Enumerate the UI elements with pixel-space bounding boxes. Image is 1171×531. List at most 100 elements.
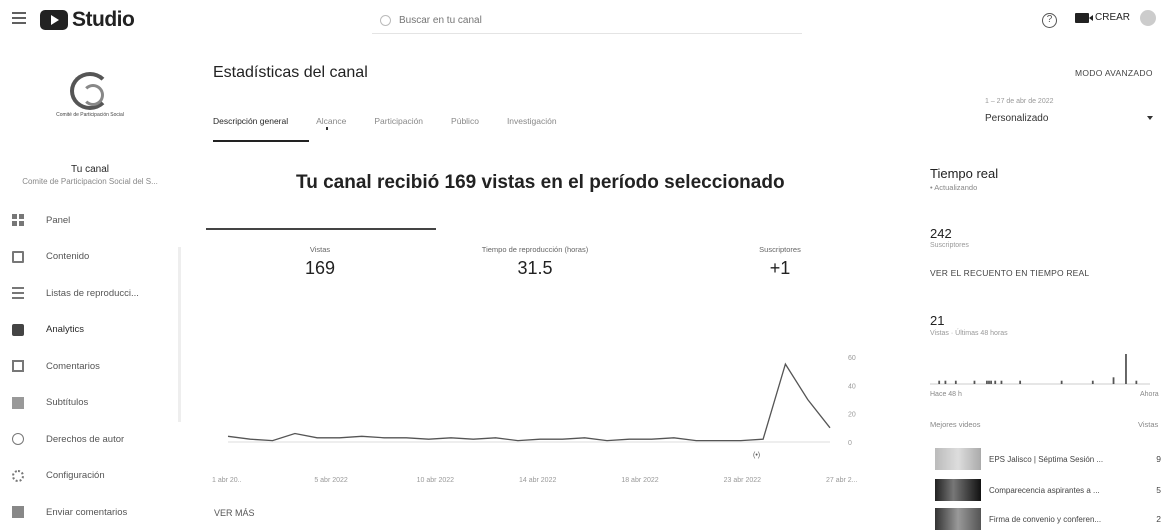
realtime-bar [1112, 377, 1115, 384]
tab-research[interactable]: Investigación [507, 116, 557, 138]
subtitles-icon [12, 396, 24, 409]
sidebar-item-playlists[interactable]: Listas de reproducci... [0, 275, 178, 312]
top-video-row[interactable]: EPS Jalisco | Séptima Sesión ... 9 [935, 447, 1161, 471]
realtime-bar [938, 380, 941, 384]
video-title: Comparecencia aspirantes a ... [989, 485, 1100, 495]
comments-icon [12, 360, 24, 373]
sidebar-item-feedback[interactable]: Enviar comentarios [0, 494, 178, 531]
video-title: Firma de convenio y conferen... [989, 514, 1102, 524]
copyright-icon [12, 433, 24, 446]
y-tick-label: 60 [848, 355, 856, 362]
metric-label: Suscriptores [759, 245, 801, 254]
x-tick-label: 1 abr 20.. [212, 477, 242, 484]
x-tick-label: 18 abr 2022 [621, 477, 658, 484]
sidebar-item-label: Configuración [46, 470, 105, 482]
page-title: Estadísticas del canal [213, 64, 368, 81]
series-line [227, 362, 831, 442]
help-icon[interactable]: ? [1042, 13, 1057, 28]
realtime-bar [944, 380, 947, 384]
analytics-icon [12, 323, 24, 336]
avatar[interactable] [1140, 10, 1156, 26]
metric-views[interactable]: Vistas 169 [270, 245, 370, 279]
chevron-down-icon[interactable] [1147, 116, 1153, 120]
sidebar-item-content[interactable]: Contenido [0, 239, 178, 276]
x-tick-label: 27 abr 2... [826, 477, 858, 484]
realtime-bar [986, 380, 988, 384]
realtime-bars [930, 354, 1150, 385]
sidebar-scrollbar[interactable] [178, 247, 181, 422]
sidebar-item-comments[interactable]: Comentarios [0, 348, 178, 385]
sidebar-item-settings[interactable]: Configuración [0, 458, 178, 495]
metric-value: 31.5 [517, 258, 553, 278]
subscriber-count: 242 [930, 226, 952, 241]
video-views: 2 [1156, 514, 1161, 524]
realtime-bar [1019, 380, 1022, 384]
metric-watch-time[interactable]: Tiempo de reproducción (horas) 31.5 [450, 245, 620, 279]
sidebar-item-analytics[interactable]: Analytics [0, 312, 178, 349]
realtime-status: • Actualizando [930, 183, 978, 192]
realtime-count-link[interactable]: VER EL RECUENTO EN TIEMPO REAL [930, 268, 1089, 278]
playlist-icon [12, 287, 24, 300]
realtime-views-count: 21 [930, 313, 945, 328]
tab-reach[interactable]: Alcance [316, 116, 346, 138]
dashboard-icon [12, 214, 24, 227]
channel-logo[interactable]: Comité de Participación Social [54, 72, 126, 142]
youtube-play-icon [40, 10, 68, 30]
realtime-bar [988, 380, 990, 384]
top-bar: Studio ? CREAR [0, 0, 1171, 42]
views-line-chart: 60 40 20 0 1 abr 20.. 5 abr 2022 10 abr 2022 14… [212, 355, 858, 484]
realtime-bar [994, 380, 997, 384]
sidebar-item-label: Enviar comentarios [46, 506, 128, 518]
realtime-bar [973, 380, 976, 384]
realtime-bar [1135, 380, 1138, 384]
subscriber-label: Suscriptores [930, 242, 969, 249]
advanced-mode-button[interactable]: MODO AVANZADO [1075, 68, 1153, 78]
x-tick-label: 5 abr 2022 [314, 477, 348, 484]
search-input[interactable] [399, 15, 759, 26]
period-select[interactable]: Personalizado [985, 113, 1048, 124]
your-channel-label: Tu canal [71, 164, 109, 175]
sidebar-item-label: Derechos de autor [46, 433, 125, 445]
studio-logo[interactable]: Studio [40, 8, 135, 32]
menu-icon[interactable] [12, 12, 26, 24]
sidebar-nav: Panel Contenido Listas de reproducci... … [0, 202, 178, 531]
y-tick-label: 0 [848, 440, 852, 447]
views-chart[interactable]: 60 40 20 0 1 abr 20.. 5 abr 2022 10 abr 2022 14… [200, 345, 870, 495]
channel-logo-icon [70, 72, 110, 110]
sidebar-item-label: Subtítulos [46, 397, 89, 409]
y-tick-label: 20 [848, 412, 856, 419]
sidebar-item-label: Listas de reproducci... [46, 287, 139, 299]
metric-value: 169 [304, 258, 336, 278]
sidebar-item-label: Comentarios [46, 360, 100, 372]
sidebar-item-subtitles[interactable]: Subtítulos [0, 385, 178, 422]
tab-audience[interactable]: Público [451, 116, 479, 138]
realtime-bar [990, 380, 992, 384]
date-range: 1 – 27 de abr de 2022 [985, 98, 1054, 105]
tab-overview[interactable]: Descripción general [213, 116, 310, 142]
settings-icon [12, 469, 24, 482]
video-title: EPS Jalisco | Séptima Sesión ... [989, 454, 1104, 464]
tab-engagement[interactable]: Participación [374, 116, 423, 138]
create-button[interactable]: CREAR [1075, 12, 1130, 23]
x-tick-label: 10 abr 2022 [417, 477, 454, 484]
channel-name: Comite de Participacion Social del S... [22, 177, 158, 186]
video-views: 5 [1156, 485, 1161, 495]
top-video-row[interactable]: Firma de convenio y conferen... 2 [935, 507, 1161, 531]
top-video-row[interactable]: Comparecencia aspirantes a ... 5 [935, 478, 1161, 502]
channel-info: Tu canal Comite de Participacion Social … [0, 164, 180, 186]
live-marker-icon: (•) [753, 452, 760, 459]
sidebar-item-copyright[interactable]: Derechos de autor [0, 421, 178, 458]
search-bar[interactable] [372, 8, 802, 34]
brand-name: Studio [72, 8, 135, 31]
sidebar-item-label: Contenido [46, 251, 90, 263]
summary-headline: Tu canal recibió 169 vistas en el períod… [296, 172, 785, 193]
search-icon [380, 15, 391, 26]
realtime-from-label: Hace 48 h [930, 391, 962, 398]
sidebar-item-panel[interactable]: Panel [0, 202, 178, 239]
create-label: CREAR [1095, 12, 1131, 23]
see-more-button[interactable]: VER MÁS [214, 508, 255, 518]
x-tick-label: 14 abr 2022 [519, 477, 556, 484]
realtime-bar-chart[interactable] [930, 350, 1160, 390]
metric-subscribers[interactable]: Suscriptores +1 [725, 245, 835, 279]
y-tick-label: 40 [848, 383, 856, 390]
